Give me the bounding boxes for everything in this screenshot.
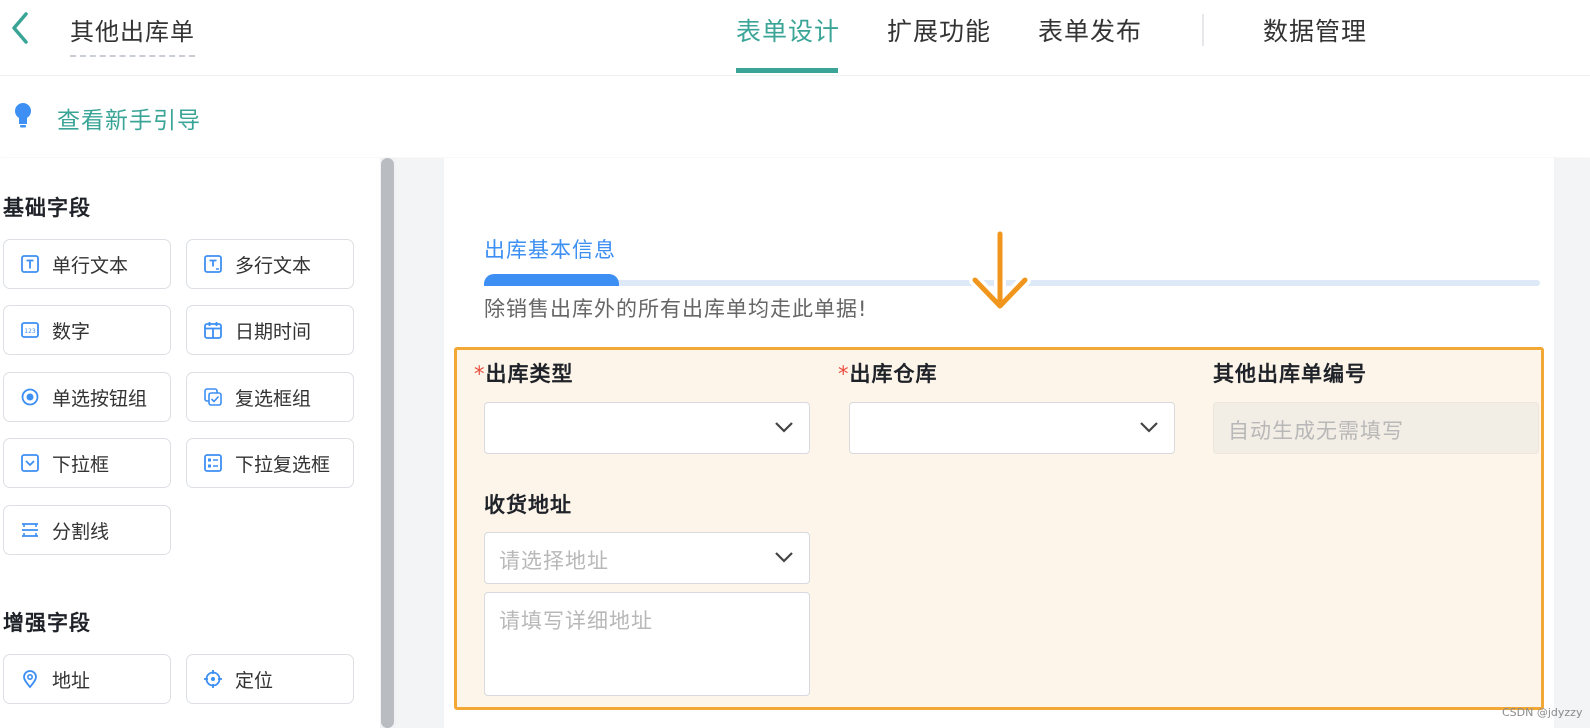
crosshair-icon: [204, 670, 222, 688]
outbound-type-select[interactable]: [484, 402, 810, 454]
active-tab-indicator: [736, 68, 838, 73]
field-datetime[interactable]: 日期时间: [186, 305, 354, 355]
doc-number-placeholder: 自动生成无需填写: [1228, 419, 1404, 443]
dropdown-checkbox-icon: [204, 454, 222, 472]
multi-line-text-icon: [204, 255, 222, 273]
guide-bar: 查看新手引导: [0, 77, 1590, 157]
basic-fields-heading: 基础字段: [3, 196, 91, 220]
calendar-icon: [204, 322, 222, 339]
field-dropdown-checkbox[interactable]: 下拉复选框: [186, 438, 354, 488]
divider-icon: [22, 523, 38, 537]
tab-extensions[interactable]: 扩展功能: [887, 12, 991, 48]
field-radio-group[interactable]: 单选按钮组: [3, 372, 171, 422]
field-label: 下拉复选框: [235, 453, 331, 476]
field-label-warehouse: *出库仓库: [838, 358, 938, 388]
field-label: 下拉框: [52, 453, 110, 476]
field-multi-line-text[interactable]: 多行文本: [186, 239, 354, 289]
field-number[interactable]: 123 数字: [3, 305, 171, 355]
palette-scrollbar[interactable]: [381, 158, 394, 728]
view-guide-link[interactable]: 查看新手引导: [57, 101, 201, 135]
field-label-address: 收货地址: [484, 493, 572, 517]
chevron-down-icon: [775, 422, 793, 433]
field-checkbox-group[interactable]: 复选框组: [186, 372, 354, 422]
enhanced-fields-heading: 增强字段: [3, 611, 91, 635]
nav-divider: [1202, 14, 1204, 46]
radio-icon: [21, 388, 39, 406]
field-label: 数字: [52, 320, 91, 343]
address-select[interactable]: 请选择地址: [484, 532, 810, 584]
address-detail-textarea[interactable]: 请填写详细地址: [484, 592, 810, 696]
field-single-line-text[interactable]: 单行文本: [3, 239, 171, 289]
section-tab-indicator: [484, 274, 619, 286]
section-description: 除销售出库外的所有出库单均走此单据!: [484, 297, 868, 321]
field-label-outbound-type: *出库类型: [474, 358, 574, 388]
single-line-text-icon: [21, 255, 39, 273]
warehouse-select[interactable]: [849, 402, 1175, 454]
field-address[interactable]: 地址: [3, 654, 171, 704]
field-dropdown[interactable]: 下拉框: [3, 438, 171, 488]
form-title[interactable]: 其他出库单: [70, 12, 195, 57]
back-arrow-icon[interactable]: [6, 10, 36, 46]
required-mark: *: [838, 362, 850, 386]
drop-arrow-icon: [965, 228, 1035, 318]
field-label-text: 出库类型: [485, 362, 574, 386]
field-divider[interactable]: 分割线: [3, 505, 171, 555]
field-label: 地址: [52, 669, 91, 692]
chevron-down-icon: [1140, 422, 1158, 433]
top-nav: 其他出库单 表单设计 扩展功能 表单发布 数据管理: [0, 0, 1590, 76]
doc-number-field: 自动生成无需填写: [1213, 402, 1539, 454]
chevron-down-icon: [775, 552, 793, 563]
required-mark: *: [474, 362, 486, 386]
field-label: 单行文本: [52, 254, 129, 277]
tab-form-design[interactable]: 表单设计: [736, 12, 840, 48]
field-label: 多行文本: [235, 254, 312, 277]
dropdown-icon: [21, 454, 39, 472]
tab-publish[interactable]: 表单发布: [1038, 12, 1142, 48]
field-palette: 基础字段 单行文本 多行文本 123 数字 日期时间 单选按钮组 复选框组 下拉…: [0, 158, 380, 728]
field-label: 日期时间: [235, 320, 312, 343]
field-label-text: 出库仓库: [849, 362, 938, 386]
field-positioning[interactable]: 定位: [186, 654, 354, 704]
svg-text:123: 123: [24, 328, 36, 335]
field-label: 复选框组: [235, 387, 312, 410]
location-pin-icon: [23, 670, 37, 689]
address-detail-placeholder: 请填写详细地址: [499, 609, 653, 633]
checkbox-icon: [204, 388, 222, 406]
section-title[interactable]: 出库基本信息: [484, 234, 616, 264]
lightbulb-icon: [12, 101, 34, 131]
field-label: 定位: [235, 669, 274, 692]
field-label: 单选按钮组: [52, 387, 148, 410]
tab-data-management[interactable]: 数据管理: [1263, 12, 1367, 48]
number-icon: 123: [21, 322, 39, 338]
field-label-doc-number: 其他出库单编号: [1213, 362, 1367, 386]
watermark-text: CSDN @jdyzzy: [1502, 706, 1583, 719]
address-select-placeholder: 请选择地址: [499, 549, 609, 573]
field-label: 分割线: [52, 520, 110, 543]
